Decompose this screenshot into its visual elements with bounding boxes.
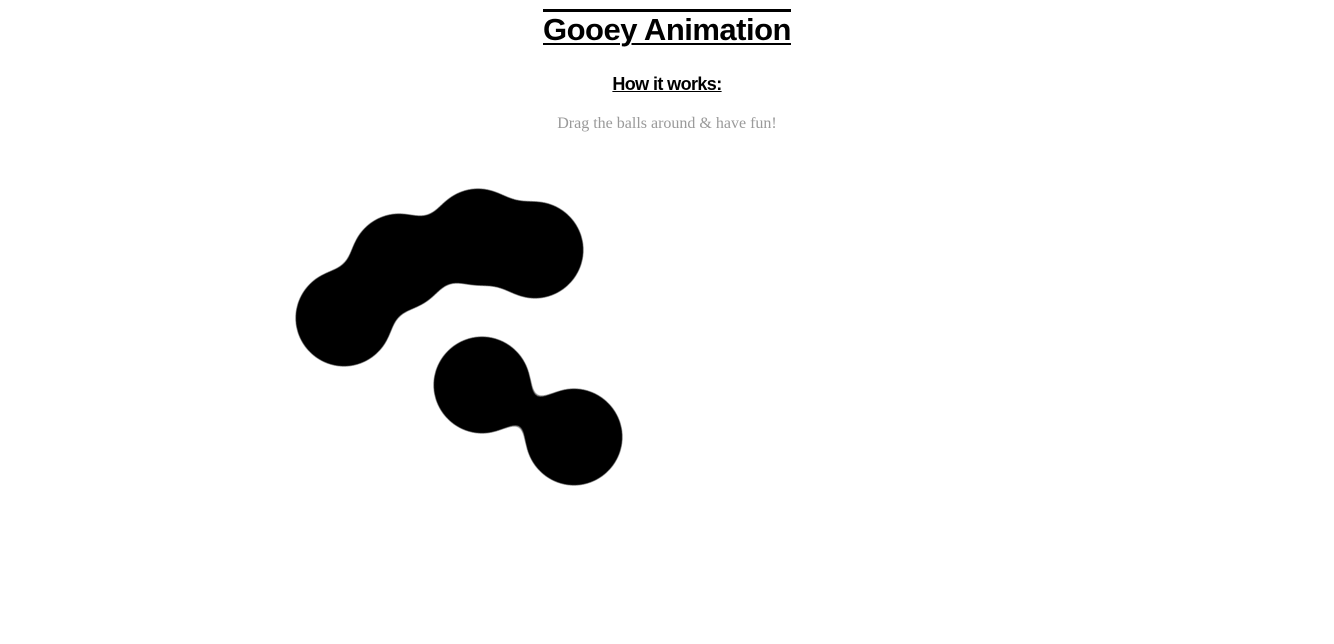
gooey-canvas[interactable] <box>0 0 1334 644</box>
ball-lower-right[interactable] <box>525 388 623 486</box>
ball-lower-left[interactable] <box>433 336 531 434</box>
ball-upper-right[interactable] <box>486 201 584 299</box>
gooey-stage[interactable] <box>0 0 1334 644</box>
ball-group <box>295 188 623 486</box>
